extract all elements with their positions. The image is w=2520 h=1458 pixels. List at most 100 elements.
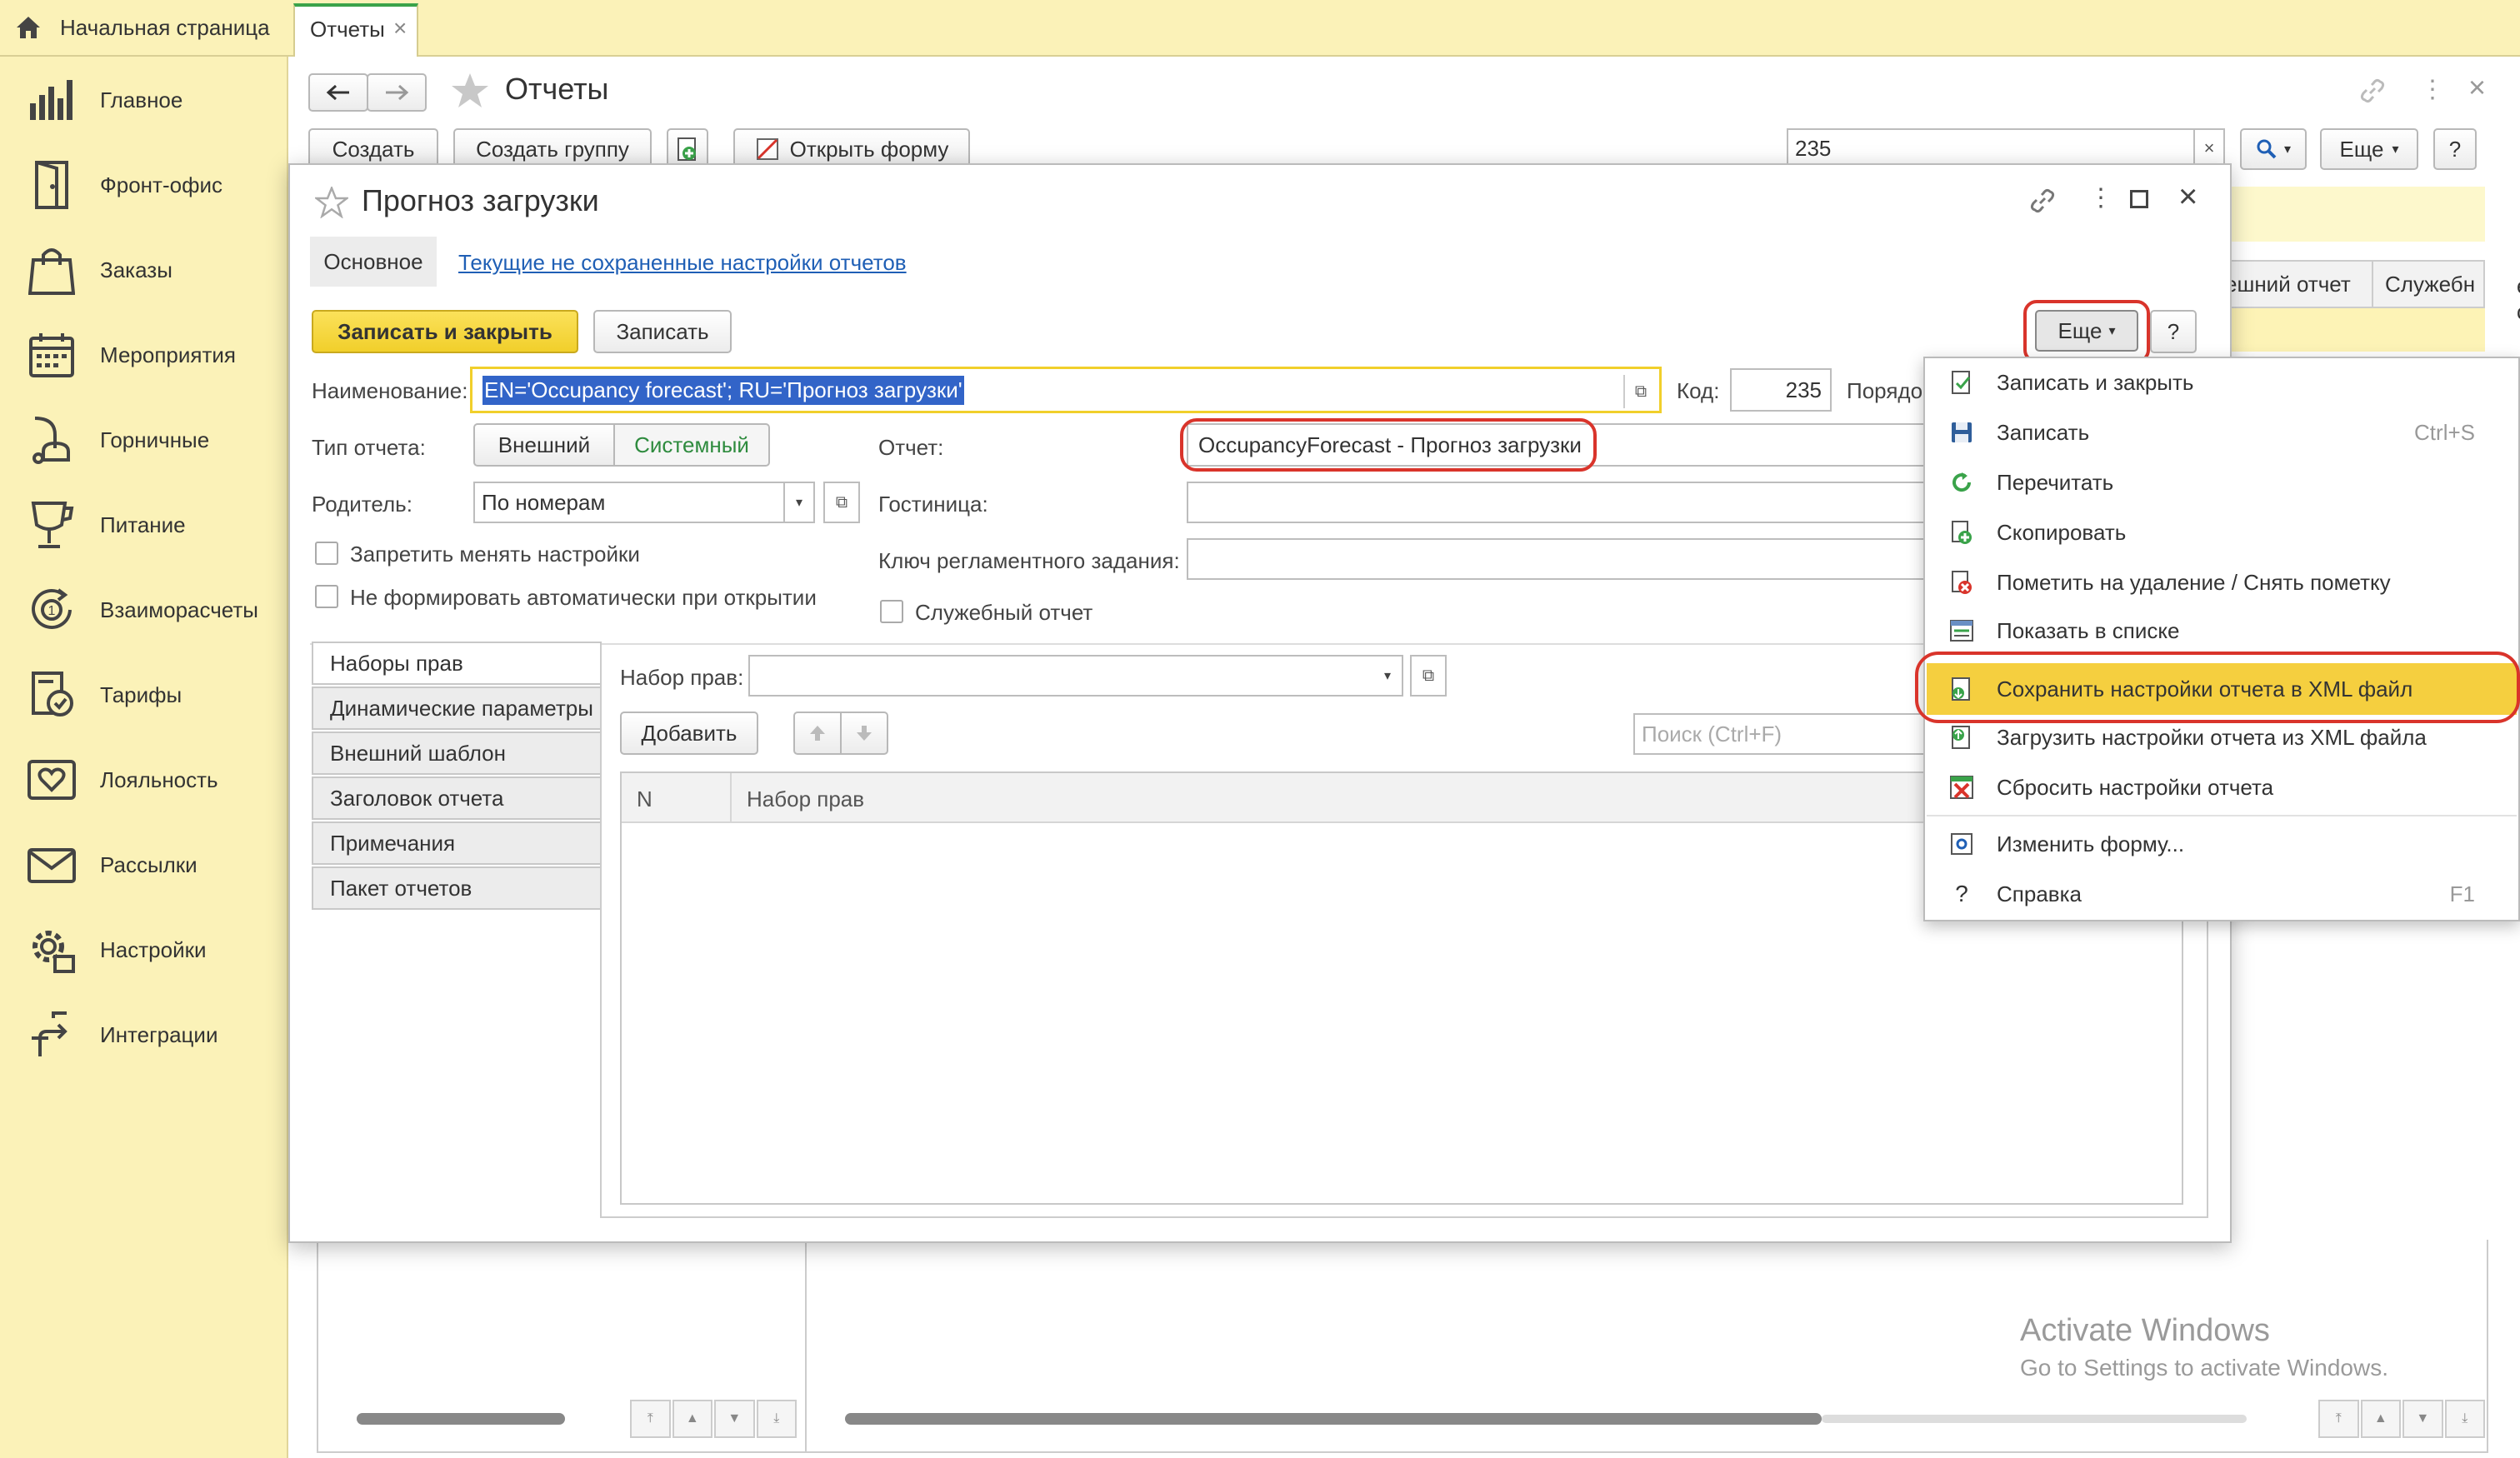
form-edit-icon xyxy=(756,138,778,160)
tab-unsaved-settings[interactable]: Текущие не сохраненные настройки отчетов xyxy=(458,250,907,276)
column-header-rights-set[interactable]: Набор прав xyxy=(747,786,864,812)
save-button[interactable]: Записать xyxy=(593,310,732,353)
search-button[interactable]: ▾ xyxy=(2240,128,2307,170)
favorite-star-icon[interactable] xyxy=(315,187,348,218)
menu-item-help[interactable]: ? Справка F1 xyxy=(1927,870,2517,918)
tab-reports[interactable]: Отчеты × xyxy=(293,3,418,57)
prev-row-icon[interactable]: ▲ xyxy=(672,1400,712,1438)
sidebar: Главное Фронт-офис Заказы Мероприятия Го… xyxy=(0,57,288,1458)
chevron-down-icon[interactable]: ▾ xyxy=(785,482,815,523)
move-up-button[interactable] xyxy=(793,712,842,755)
close-icon[interactable]: × xyxy=(2178,178,2198,216)
last-row-icon[interactable]: ⤓ xyxy=(756,1400,797,1438)
menu-item-mark-delete[interactable]: Пометить на удаление / Снять пометку xyxy=(1927,558,2517,607)
chevron-down-icon: ▾ xyxy=(2283,142,2292,157)
chevron-down-icon[interactable]: ▾ xyxy=(1373,655,1403,697)
link-icon[interactable] xyxy=(2028,187,2057,215)
menu-item-copy[interactable]: Скопировать xyxy=(1927,508,2517,557)
sidebar-item-mailings[interactable]: Рассылки xyxy=(25,831,283,898)
sidebar-item-events[interactable]: Мероприятия xyxy=(25,322,283,388)
sidebar-item-orders[interactable]: Заказы xyxy=(25,237,283,303)
sidebar-item-label: Заказы xyxy=(100,257,172,282)
prev-row-icon[interactable]: ▲ xyxy=(2360,1400,2401,1438)
name-field[interactable]: EN='Occupancy forecast'; RU='Прогноз заг… xyxy=(470,367,1662,413)
add-button[interactable]: Добавить xyxy=(620,712,758,755)
rights-set-field[interactable] xyxy=(748,655,1375,697)
more-button[interactable]: Еще ▾ xyxy=(2320,128,2418,170)
move-down-button[interactable] xyxy=(840,712,888,755)
help-button[interactable]: ? xyxy=(2433,128,2477,170)
back-button[interactable] xyxy=(308,73,368,112)
forbid-settings-checkbox[interactable] xyxy=(315,542,338,565)
horizontal-scrollbar[interactable] xyxy=(845,1413,1822,1425)
selected-row[interactable] xyxy=(2207,308,2485,352)
type-external-button[interactable]: Внешний xyxy=(473,423,615,467)
first-row-icon[interactable]: ⤒ xyxy=(2318,1400,2359,1438)
next-row-icon[interactable]: ▼ xyxy=(2402,1400,2443,1438)
menu-item-show-in-list[interactable]: Показать в списке xyxy=(1927,607,2517,655)
menu-item-edit-form[interactable]: Изменить форму... xyxy=(1927,820,2517,868)
type-system-button[interactable]: Системный xyxy=(613,423,770,467)
forward-button[interactable] xyxy=(367,73,427,112)
search-input[interactable]: 235 xyxy=(1787,128,2200,168)
open-form-label: Открыть форму xyxy=(789,136,949,162)
code-label: Код: xyxy=(1677,378,1720,403)
vtab-report-package[interactable]: Пакет отчетов xyxy=(312,866,602,910)
close-icon[interactable]: × xyxy=(393,15,407,42)
open-value-icon[interactable]: ⧉ xyxy=(1623,375,1657,408)
home-tab[interactable]: Начальная страница xyxy=(0,0,288,55)
vtab-report-header[interactable]: Заголовок отчета xyxy=(312,776,602,820)
last-row-icon[interactable]: ⤓ xyxy=(2444,1400,2485,1438)
save-and-close-button[interactable]: Записать и закрыть xyxy=(312,310,578,353)
name-field-value: EN='Occupancy forecast'; RU='Прогноз заг… xyxy=(482,375,964,405)
vtab-rights-sets[interactable]: Наборы прав xyxy=(312,642,602,685)
sidebar-item-tariffs[interactable]: Тарифы xyxy=(25,662,283,728)
sidebar-item-settings[interactable]: Настройки xyxy=(25,916,283,983)
open-value-icon[interactable]: ⧉ xyxy=(1410,655,1447,697)
sidebar-item-loyalty[interactable]: Лояльность xyxy=(25,746,283,813)
menu-item-save-close[interactable]: Записать и закрыть xyxy=(1927,358,2517,407)
vtab-dynamic-params[interactable]: Динамические параметры xyxy=(312,687,602,730)
horizontal-scrollbar[interactable] xyxy=(357,1413,565,1425)
sidebar-item-settlements[interactable]: 1 Взаиморасчеты xyxy=(25,577,283,643)
report-label: Отчет: xyxy=(878,435,944,460)
code-field[interactable]: 235 xyxy=(1730,368,1832,412)
menu-item-save[interactable]: Записать Ctrl+S xyxy=(1927,408,2517,457)
sidebar-item-main[interactable]: Главное xyxy=(25,67,283,133)
open-value-icon[interactable]: ⧉ xyxy=(823,482,860,523)
row-nav-buttons[interactable]: ⤒ ▲ ▼ ⤓ xyxy=(2318,1400,2485,1438)
column-header-n[interactable]: N xyxy=(637,786,652,812)
link-icon[interactable] xyxy=(2358,77,2387,105)
first-row-icon[interactable]: ⤒ xyxy=(630,1400,671,1438)
sidebar-item-housekeeping[interactable]: Горничные xyxy=(25,407,283,473)
row-nav-buttons[interactable]: ⤒ ▲ ▼ ⤓ xyxy=(630,1400,797,1438)
vtab-label: Примечания xyxy=(330,830,456,856)
sidebar-item-food[interactable]: Питание xyxy=(25,492,283,558)
sidebar-item-front-office[interactable]: Фронт-офис xyxy=(25,152,283,218)
arrow-down-icon xyxy=(857,726,872,741)
vtab-notes[interactable]: Примечания xyxy=(312,821,602,865)
kebab-menu-icon[interactable]: ⋮ xyxy=(2088,183,2113,212)
sidebar-item-integrations[interactable]: Интеграции xyxy=(25,1001,283,1068)
search-icon xyxy=(2257,139,2277,159)
sidebar-item-label: Взаиморасчеты xyxy=(100,597,258,622)
menu-item-load-xml[interactable]: Загрузить настройки отчета из XML файла xyxy=(1927,713,2517,761)
clear-search-icon[interactable]: × xyxy=(2193,128,2225,168)
no-autogen-checkbox[interactable] xyxy=(315,585,338,608)
column-header-service[interactable]: Служебн xyxy=(2385,272,2475,297)
tab-main[interactable]: Основное xyxy=(310,237,437,287)
service-report-checkbox[interactable] xyxy=(880,600,903,623)
parent-field[interactable]: По номерам xyxy=(473,482,785,523)
vtab-external-template[interactable]: Внешний шаблон xyxy=(312,731,602,775)
maximize-icon[interactable] xyxy=(2130,190,2148,208)
kebab-menu-icon[interactable]: ⋮ xyxy=(2420,75,2445,104)
close-icon[interactable]: × xyxy=(2468,70,2486,105)
favorite-star-icon[interactable] xyxy=(450,72,490,110)
menu-item-reread[interactable]: Перечитать xyxy=(1927,458,2517,507)
next-row-icon[interactable]: ▼ xyxy=(714,1400,755,1438)
column-header-external[interactable]: ешний отчет xyxy=(2517,273,2520,325)
help-icon: ? xyxy=(1955,881,1968,906)
help-button[interactable]: ? xyxy=(2150,310,2197,353)
column-header-external[interactable]: ешний отчет xyxy=(2225,272,2351,297)
menu-item-reset[interactable]: Сбросить настройки отчета xyxy=(1927,763,2517,811)
